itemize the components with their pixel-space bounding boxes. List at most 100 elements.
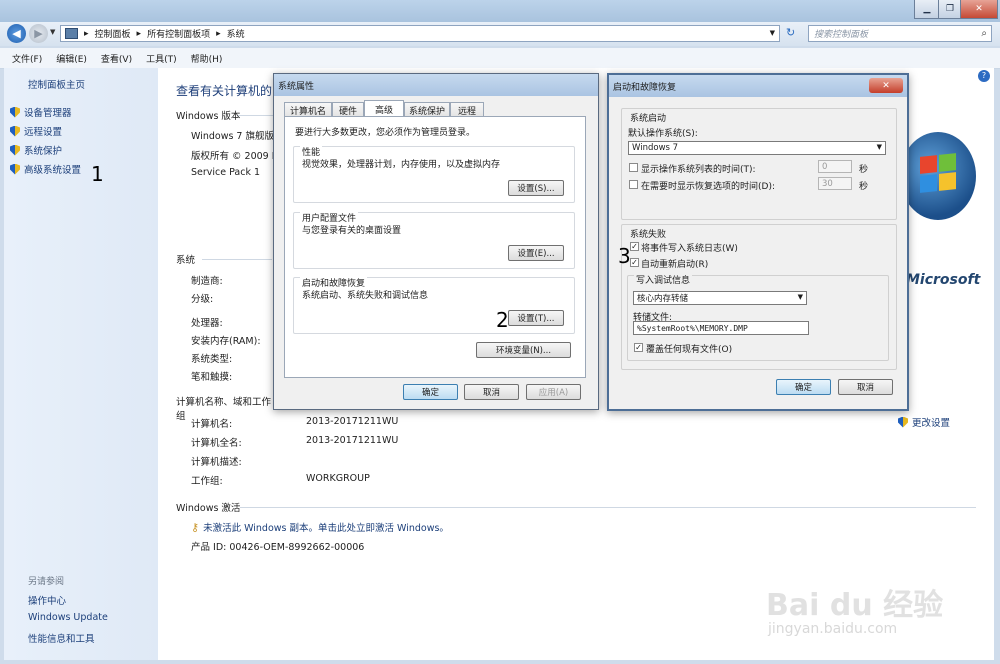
show-os-list-checkbox[interactable] xyxy=(629,163,638,172)
help-icon[interactable]: ? xyxy=(978,70,990,82)
sidebar-item-remote-settings[interactable]: 远程设置 xyxy=(10,124,62,138)
shield-icon xyxy=(10,106,20,118)
breadcrumb-separator-icon: ▸ xyxy=(216,28,221,39)
workgroup-value: WORKGROUP xyxy=(306,473,370,484)
annotation-number-1: 1 xyxy=(91,162,104,186)
menu-view[interactable]: 查看(V) xyxy=(94,52,139,65)
service-pack-value: Service Pack 1 xyxy=(191,167,261,178)
breadcrumb-item-all-items[interactable]: 所有控制面板项 xyxy=(147,27,210,40)
default-os-value: Windows 7 xyxy=(632,143,679,153)
performance-settings-button[interactable]: 设置(S)... xyxy=(508,180,564,196)
see-also-performance-link[interactable]: 性能信息和工具 xyxy=(28,631,95,645)
startup-ok-button[interactable]: 确定 xyxy=(776,379,831,395)
dialog-close-button[interactable]: ✕ xyxy=(869,78,903,93)
close-button[interactable]: ✕ xyxy=(960,0,998,19)
change-settings-link[interactable]: 更改设置 xyxy=(898,415,950,429)
change-settings-label: 更改设置 xyxy=(912,418,951,429)
show-recovery-checkbox[interactable] xyxy=(629,180,638,189)
search-icon[interactable]: ⌕ xyxy=(981,28,987,39)
system-type-label: 系统类型: xyxy=(191,354,233,365)
annotation-number-3: 3 xyxy=(618,244,631,268)
sidebar-item-advanced-system-settings[interactable]: 高级系统设置 xyxy=(10,162,81,176)
maximize-button[interactable]: ❐ xyxy=(938,0,962,19)
dropdown-arrow-icon: ▼ xyxy=(797,293,803,301)
sysprops-apply-button[interactable]: 应用(A) xyxy=(526,384,581,400)
see-also-action-center-link[interactable]: 操作中心 xyxy=(28,593,66,607)
tab-remote[interactable]: 远程 xyxy=(450,102,484,117)
restore-icon: ❐ xyxy=(945,4,955,14)
search-placeholder: 搜索控制面板 xyxy=(814,30,869,40)
product-id: 产品 ID: 00426-OEM-8992662-00006 xyxy=(191,542,365,553)
windows-flag-icon xyxy=(920,155,937,174)
dropdown-arrow-icon: ▼ xyxy=(876,143,882,151)
debug-info-select[interactable]: 核心内存转储 ▼ xyxy=(633,291,807,305)
activate-windows-label: 未激活此 Windows 副本。单击此处立即激活 Windows。 xyxy=(203,523,449,534)
control-panel-home-link[interactable]: 控制面板主页 xyxy=(28,77,85,91)
forward-arrow-icon: ▶ xyxy=(34,27,43,40)
edition-heading: Windows 版本 xyxy=(176,111,241,122)
sysprops-cancel-button[interactable]: 取消 xyxy=(464,384,519,400)
address-dropdown-icon[interactable]: ▼ xyxy=(770,29,775,37)
computer-description-label: 计算机描述: xyxy=(191,457,242,468)
startup-recovery-settings-button[interactable]: 设置(T)... xyxy=(508,310,564,326)
breadcrumb-separator-icon: ▸ xyxy=(136,28,142,39)
search-input[interactable]: 搜索控制面板 ⌕ xyxy=(808,25,992,42)
startup-cancel-button[interactable]: 取消 xyxy=(838,379,893,395)
default-os-select[interactable]: Windows 7 ▼ xyxy=(628,141,886,155)
activate-windows-link[interactable]: ⚷ 未激活此 Windows 副本。单击此处立即激活 Windows。 xyxy=(191,520,449,535)
full-computer-name-value: 2013-20171211WU xyxy=(306,435,399,446)
close-icon: ✕ xyxy=(975,4,983,14)
edition-value: Windows 7 旗舰版 xyxy=(191,131,274,142)
system-heading: 系统 xyxy=(176,255,196,266)
menu-help[interactable]: 帮助(H) xyxy=(184,52,230,65)
overwrite-file-checkbox[interactable]: ✓ xyxy=(634,343,643,352)
tab-computer-name[interactable]: 计算机名 xyxy=(284,102,332,117)
show-os-list-spinner[interactable]: 0 xyxy=(818,160,852,173)
show-os-list-value: 0 xyxy=(822,161,828,172)
tab-hardware[interactable]: 硬件 xyxy=(332,102,364,117)
overwrite-file-label: 覆盖任何现有文件(O) xyxy=(646,345,733,355)
debug-info-value: 核心内存转储 xyxy=(637,294,689,304)
dump-file-input[interactable]: %SystemRoot%\MEMORY.DMP xyxy=(633,321,809,335)
breadcrumb-item-control-panel[interactable]: 控制面板 xyxy=(95,27,131,40)
show-recovery-spinner[interactable]: 30 xyxy=(818,177,852,190)
recent-pages-icon[interactable]: ▼ xyxy=(50,28,55,36)
write-event-log-checkbox[interactable]: ✓ xyxy=(630,242,639,251)
show-os-list-label: 显示操作系统列表的时间(T): xyxy=(641,165,756,175)
shield-icon xyxy=(898,416,908,428)
tab-advanced[interactable]: 高级 xyxy=(364,100,404,117)
pen-touch-label: 笔和触摸: xyxy=(191,372,233,383)
microsoft-logo: Microsoft xyxy=(906,272,981,288)
shield-icon xyxy=(10,125,20,137)
menu-edit[interactable]: 编辑(E) xyxy=(49,52,94,65)
system-startup-title: 系统启动 xyxy=(628,111,669,124)
sidebar-item-system-protection[interactable]: 系统保护 xyxy=(10,143,62,157)
copyright-value: 版权所有 © 2009 M xyxy=(191,151,280,162)
computer-name-label: 计算机名: xyxy=(191,419,233,430)
page-title: 查看有关计算机的 xyxy=(176,84,273,98)
tab-system-protection[interactable]: 系统保护 xyxy=(404,102,450,117)
dialog-title: 系统属性 xyxy=(278,81,315,92)
sysprops-ok-button[interactable]: 确定 xyxy=(403,384,458,400)
activation-heading: Windows 激活 xyxy=(176,503,241,514)
menu-file[interactable]: 文件(F) xyxy=(0,52,49,65)
minimize-button[interactable]: ▁ xyxy=(914,0,940,19)
computer-name-value: 2013-20171211WU xyxy=(306,416,399,427)
computer-icon xyxy=(65,28,78,39)
divider xyxy=(238,115,278,116)
auto-restart-label: 自动重新启动(R) xyxy=(641,260,709,270)
menu-tools[interactable]: 工具(T) xyxy=(139,52,184,65)
windows-flag-icon xyxy=(920,174,937,193)
environment-variables-button[interactable]: 环境变量(N)... xyxy=(476,342,571,358)
forward-button[interactable]: ▶ xyxy=(29,24,48,43)
rating-label: 分级: xyxy=(191,294,214,305)
close-icon: ✕ xyxy=(882,80,890,91)
breadcrumb-item-system[interactable]: 系统 xyxy=(227,27,245,40)
back-button[interactable]: ◀ xyxy=(7,24,26,43)
refresh-icon[interactable]: ↻ xyxy=(786,26,795,39)
user-profiles-settings-button[interactable]: 设置(E)... xyxy=(508,245,564,261)
see-also-windows-update-link[interactable]: Windows Update xyxy=(28,612,108,623)
auto-restart-checkbox[interactable]: ✓ xyxy=(630,258,639,267)
breadcrumb[interactable]: ▸ 控制面板 ▸ 所有控制面板项 ▸ 系统 ▼ xyxy=(60,25,780,42)
sidebar-item-device-manager[interactable]: 设备管理器 xyxy=(10,105,72,119)
